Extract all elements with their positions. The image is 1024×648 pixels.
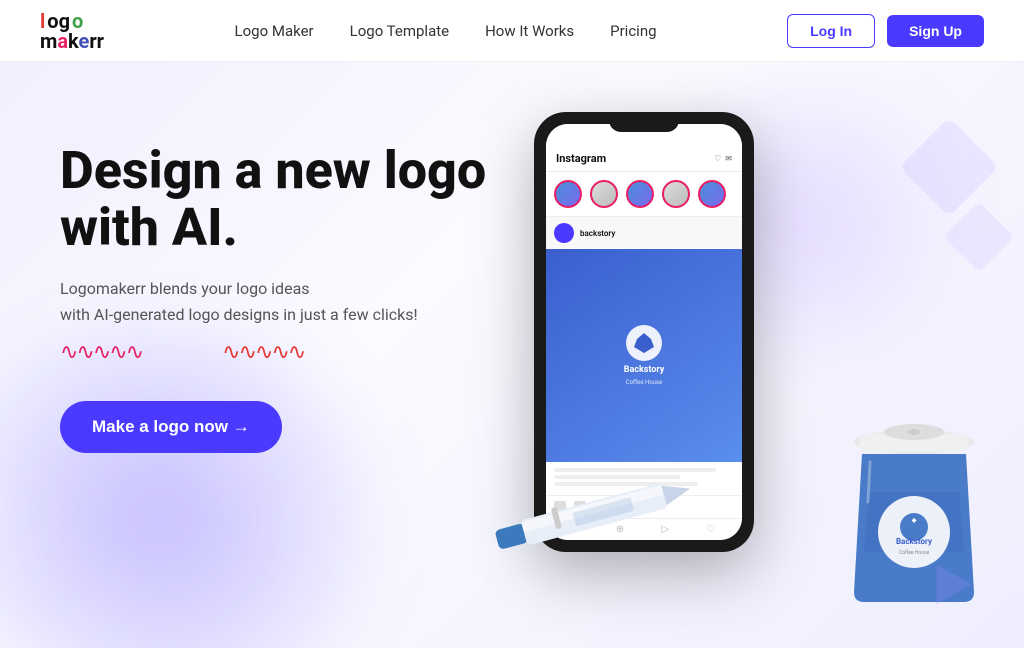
triangle-decoration: [937, 565, 972, 605]
post-brand-tagline: Coffee House: [626, 379, 663, 386]
insta-stories: [546, 172, 742, 217]
insta-post: backstory Backstory Coffee House: [546, 217, 742, 518]
phone-notch: [609, 112, 679, 132]
post-username: backstory: [580, 229, 615, 238]
diamond-decoration-2: [944, 202, 1015, 273]
nav-logo-maker[interactable]: Logo Maker: [235, 22, 314, 40]
story-avatar: [698, 180, 726, 208]
post-image-area: Backstory Coffee House: [546, 249, 742, 462]
navbar: logo makerr Logo Maker Logo Template How…: [0, 0, 1024, 62]
svg-text:Backstory: Backstory: [896, 537, 933, 546]
nav-links: Logo Maker Logo Template How It Works Pr…: [235, 21, 657, 40]
squiggle-left: ∿∿∿∿∿: [60, 340, 142, 365]
diamond-decoration-1: [900, 118, 999, 217]
story-avatar: [626, 180, 654, 208]
nav-how-it-works[interactable]: How It Works: [485, 22, 574, 40]
signup-button[interactable]: Sign Up: [887, 15, 984, 47]
nav-actions: Log In Sign Up: [787, 14, 984, 48]
hero-content: Design a new logo with AI. Logomakerr bl…: [60, 142, 486, 453]
hero-section: Design a new logo with AI. Logomakerr bl…: [0, 62, 1024, 648]
post-avatar: [554, 223, 574, 243]
story-avatar: [554, 180, 582, 208]
post-caption-line: [554, 468, 716, 472]
post-logo-circle: [626, 325, 662, 361]
nav-logo-template[interactable]: Logo Template: [350, 22, 449, 40]
logo[interactable]: logo makerr: [40, 11, 104, 51]
squiggle-decorations: ∿∿∿∿∿ ∿∿∿∿∿: [60, 340, 486, 365]
cta-button[interactable]: Make a logo now →: [60, 401, 282, 453]
post-user-row: backstory: [546, 217, 742, 249]
hero-heading: Design a new logo with AI.: [60, 142, 486, 256]
svg-text:◆: ◆: [911, 517, 917, 524]
story-avatar: [662, 180, 690, 208]
hero-mockups: Instagram ♡ ✉: [474, 92, 994, 632]
svg-text:Coffee House: Coffee House: [899, 549, 930, 556]
squiggle-right: ∿∿∿∿∿: [222, 340, 304, 365]
nav-pricing[interactable]: Pricing: [610, 22, 656, 40]
insta-title: Instagram: [556, 152, 606, 165]
post-brand-name: Backstory: [624, 365, 665, 375]
hero-subtext: Logomakerr blends your logo ideas with A…: [60, 276, 486, 327]
login-button[interactable]: Log In: [787, 14, 875, 48]
story-avatar: [590, 180, 618, 208]
